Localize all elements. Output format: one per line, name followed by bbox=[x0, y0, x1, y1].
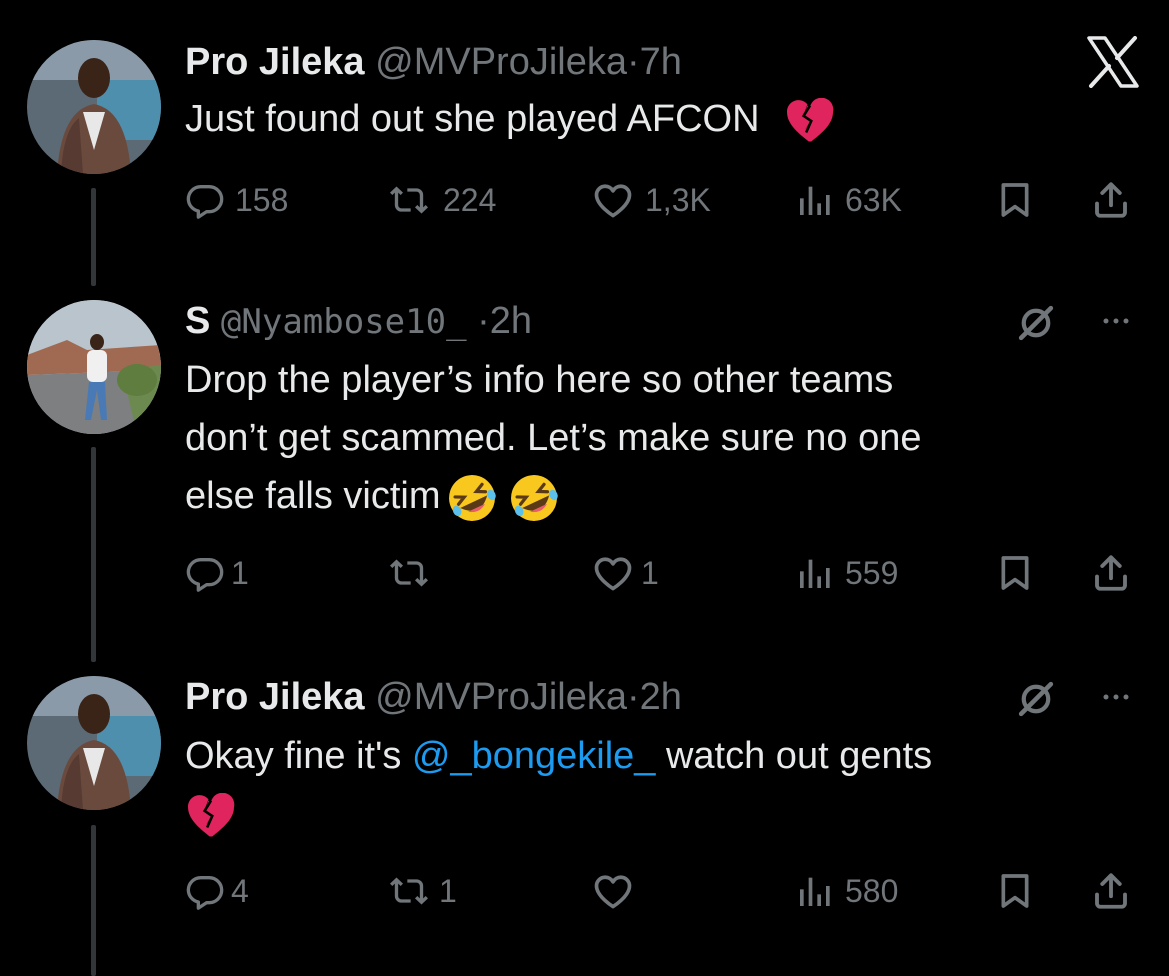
views-icon bbox=[795, 180, 835, 220]
views-count: 559 bbox=[845, 554, 899, 591]
tweet-text-line: don’t get scammed. Let’s make sure no on… bbox=[185, 417, 922, 459]
timestamp[interactable]: 7h bbox=[640, 41, 682, 83]
avatar[interactable] bbox=[27, 40, 161, 174]
tweet-text-line-last: else falls victim bbox=[185, 467, 922, 525]
author-handle[interactable]: @MVProJileka bbox=[375, 41, 627, 83]
bookmark-button[interactable] bbox=[995, 548, 1035, 598]
tweet-text-line: else falls victim bbox=[185, 475, 441, 517]
rofl-emoji-icon bbox=[507, 471, 561, 525]
share-button[interactable] bbox=[1090, 548, 1132, 598]
reply-count: 1 bbox=[231, 554, 249, 591]
views-count: 580 bbox=[845, 872, 899, 909]
tweet-text: Drop the player’s info here so other tea… bbox=[185, 351, 922, 525]
more-options-icon[interactable] bbox=[1093, 306, 1139, 341]
heart-icon bbox=[591, 178, 635, 222]
tweet-header: Pro Jileka @MVProJileka·7h bbox=[185, 40, 682, 84]
repost-button[interactable]: 1 bbox=[385, 866, 457, 916]
views-button[interactable]: 63K bbox=[795, 175, 902, 225]
timestamp[interactable]: 2h bbox=[640, 676, 682, 718]
reply-count: 4 bbox=[231, 872, 249, 909]
thread-line bbox=[91, 188, 96, 286]
bookmark-icon bbox=[995, 553, 1035, 593]
action-bar: 4 1 580 bbox=[185, 866, 1145, 916]
action-bar: 1 1 559 bbox=[185, 548, 1145, 598]
share-icon bbox=[1090, 179, 1132, 221]
share-button[interactable] bbox=[1090, 866, 1132, 916]
mention-link[interactable]: @_bongekile_ bbox=[412, 735, 656, 777]
repost-button[interactable] bbox=[385, 548, 443, 598]
like-count: 1 bbox=[641, 554, 659, 591]
share-icon bbox=[1090, 552, 1132, 594]
author-handle[interactable]: @MVProJileka bbox=[375, 676, 627, 718]
more-options-icon[interactable] bbox=[1093, 682, 1139, 717]
tweet-text-content: watch out gents bbox=[655, 735, 933, 777]
views-button[interactable]: 559 bbox=[795, 548, 898, 598]
like-button[interactable]: 1 bbox=[591, 548, 659, 598]
avatar[interactable] bbox=[27, 676, 161, 810]
separator-dot: · bbox=[627, 676, 640, 718]
like-count: 1,3K bbox=[645, 181, 711, 218]
heart-icon bbox=[591, 869, 635, 913]
tweet-text-content: Just found out she played AFCON bbox=[185, 98, 760, 140]
author-name[interactable]: Pro Jileka bbox=[185, 676, 365, 718]
repost-button[interactable]: 224 bbox=[385, 175, 496, 225]
avatar[interactable] bbox=[27, 300, 161, 434]
tweet-text: Just found out she played AFCON bbox=[185, 90, 836, 148]
bookmark-button[interactable] bbox=[995, 175, 1035, 225]
separator-dot: · bbox=[627, 41, 640, 83]
broken-heart-icon bbox=[185, 793, 237, 839]
bookmark-icon bbox=[995, 180, 1035, 220]
author-name[interactable]: Pro Jileka bbox=[185, 41, 365, 83]
author-name[interactable]: S bbox=[185, 300, 210, 342]
author-handle[interactable]: @Nyambose10_ bbox=[221, 302, 467, 342]
repost-icon bbox=[385, 553, 433, 593]
action-bar: 158 224 1,3K 63K bbox=[185, 175, 1145, 225]
repost-count: 224 bbox=[443, 181, 497, 218]
tweet-text-line bbox=[185, 785, 932, 843]
share-button[interactable] bbox=[1090, 175, 1132, 225]
like-button[interactable]: 1,3K bbox=[591, 175, 711, 225]
broken-heart-icon bbox=[784, 98, 836, 144]
share-icon bbox=[1090, 870, 1132, 912]
reply-button[interactable]: 1 bbox=[185, 548, 249, 598]
reply-icon bbox=[185, 180, 225, 220]
tweet-header: Pro Jileka @MVProJileka·2h bbox=[185, 675, 682, 719]
views-button[interactable]: 580 bbox=[795, 866, 898, 916]
thread-line bbox=[91, 825, 96, 976]
repost-icon bbox=[385, 871, 433, 911]
repost-icon bbox=[385, 180, 433, 220]
reply-count: 158 bbox=[235, 181, 289, 218]
reply-icon bbox=[185, 871, 225, 911]
repost-count: 1 bbox=[439, 872, 457, 909]
reply-button[interactable]: 158 bbox=[185, 175, 288, 225]
close-icon[interactable] bbox=[1085, 36, 1141, 88]
reply-button[interactable]: 4 bbox=[185, 866, 249, 916]
tweet-text-line: Drop the player’s info here so other tea… bbox=[185, 359, 894, 401]
tweet-text: Okay fine it's @_bongekile_ watch out ge… bbox=[185, 727, 932, 843]
rofl-emoji-icon bbox=[445, 471, 499, 525]
thread-line bbox=[91, 447, 96, 662]
like-button[interactable] bbox=[591, 866, 645, 916]
heart-icon bbox=[591, 551, 635, 595]
timestamp[interactable]: 2h bbox=[490, 300, 532, 342]
separator-dot: · bbox=[477, 300, 490, 342]
grok-icon[interactable] bbox=[1015, 678, 1057, 725]
views-icon bbox=[795, 871, 835, 911]
grok-icon[interactable] bbox=[1015, 302, 1057, 349]
views-icon bbox=[795, 553, 835, 593]
tweet-text-line: Okay fine it's @_bongekile_ watch out ge… bbox=[185, 727, 932, 785]
bookmark-icon bbox=[995, 871, 1035, 911]
tweet-header: S @Nyambose10_ ·2h bbox=[185, 299, 532, 344]
bookmark-button[interactable] bbox=[995, 866, 1035, 916]
views-count: 63K bbox=[845, 181, 902, 218]
reply-icon bbox=[185, 553, 225, 593]
tweet-text-content: Okay fine it's bbox=[185, 735, 412, 777]
